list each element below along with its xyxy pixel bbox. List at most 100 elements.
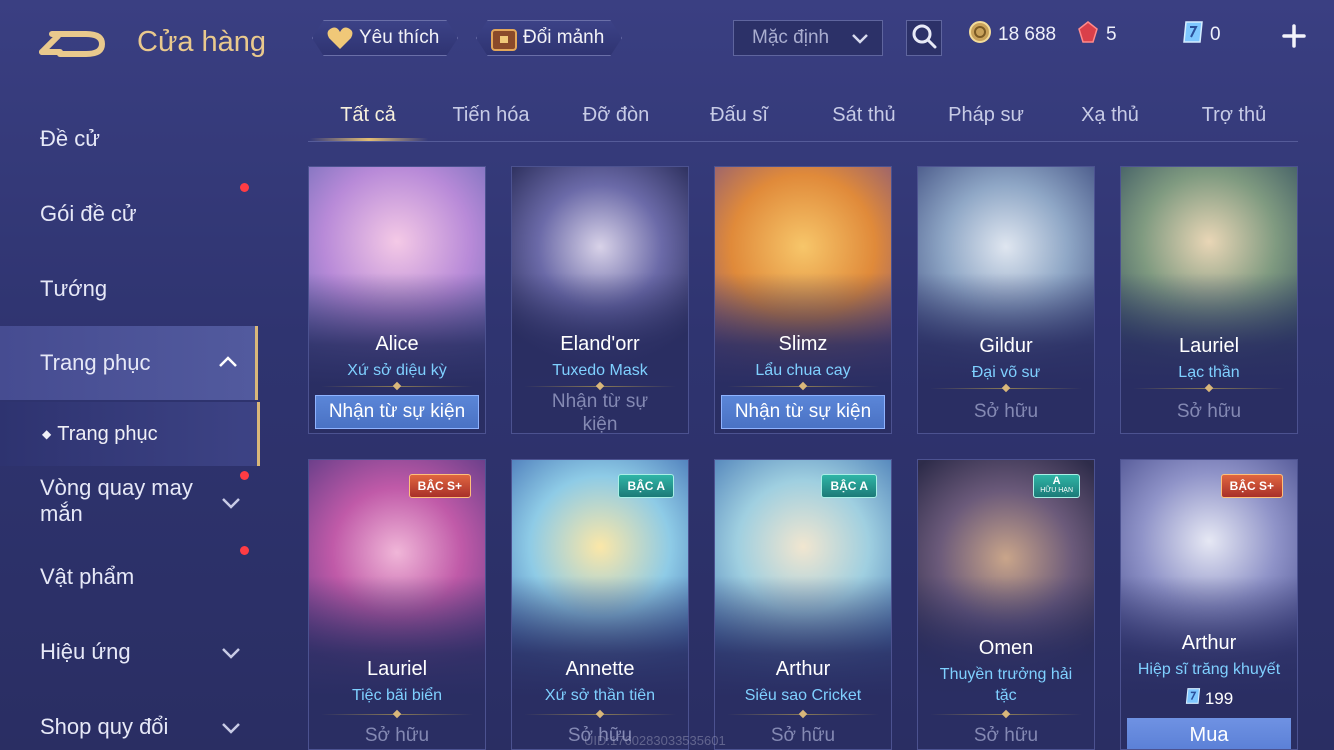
event-status: Nhận từ sự kiện (551, 391, 649, 434)
sidebar-item-label: Trang phục (57, 422, 158, 445)
sidebar: Đề cử Gói đề cử Tướng Trang phục ◆ Trang… (0, 100, 262, 750)
get-from-event-button[interactable]: Nhận từ sự kiện (315, 395, 479, 429)
tier-badge: BẬC A (618, 474, 674, 498)
skin-name: Lẩu chua cay (755, 362, 851, 379)
sidebar-item-items[interactable]: Vật phẩm (0, 542, 258, 612)
heart-icon (325, 24, 355, 52)
tab-evolution[interactable]: Tiến hóa (452, 104, 529, 127)
sidebar-item-lucky-spin[interactable]: Vòng quay may mắn (0, 468, 258, 534)
exchange-shards-button[interactable]: Đổi mảnh (476, 20, 622, 56)
back-icon[interactable] (38, 22, 108, 62)
sidebar-item-label: Vật phẩm (40, 564, 135, 589)
gold-currency: 18 688 (968, 20, 1056, 50)
skin-card[interactable]: BẬC S+ Lauriel Tiệc bãi biển Sở hữu (308, 459, 486, 750)
skin-name: Xứ sở thần tiên (544, 687, 656, 704)
voucher-currency: 0 (1182, 20, 1221, 50)
hero-name: Lauriel (1178, 335, 1240, 357)
tier-badge: A HỮU HẠN (1033, 474, 1080, 498)
favorites-label: Yêu thích (359, 27, 440, 48)
role-tabs: Tất cả Tiến hóa Đỡ đòn Đấu sĩ Sát thủ Ph… (308, 98, 1298, 142)
tier-badge: BẬC S+ (408, 474, 471, 498)
skin-name: Thuyền trưởng hải tặc (939, 666, 1073, 704)
chest-icon (489, 24, 519, 52)
sidebar-subitem-skins[interactable]: ◆ Trang phục (0, 402, 260, 466)
skin-card[interactable]: Gildur Đại võ sư Sở hữu (917, 166, 1095, 434)
tab-all[interactable]: Tất cả (340, 104, 396, 127)
skin-card[interactable]: BẬC A Annette Xứ sở thần tiên Sở hữu (511, 459, 689, 750)
hero-name: Lauriel (366, 658, 428, 680)
sidebar-item-label: Gói đề cử (40, 201, 137, 226)
gold-coin-icon (968, 20, 992, 50)
notification-dot (240, 471, 249, 480)
sidebar-item-heroes[interactable]: Tướng (0, 254, 258, 324)
hero-name: Gildur (979, 335, 1033, 357)
tier-badge: BẬC A (821, 474, 877, 498)
hero-name: Arthur (775, 658, 831, 680)
notification-dot (240, 183, 249, 192)
skin-card[interactable]: BẬC S+ Arthur Hiệp sĩ trăng khuyết 199 M… (1120, 459, 1298, 750)
hero-name: Arthur (1181, 632, 1237, 654)
hero-name: Omen (978, 637, 1034, 659)
owned-status: Sở hữu (770, 725, 836, 746)
skin-name: Tiệc bãi biển (351, 687, 443, 704)
sidebar-item-label: Shop quy đổi (40, 714, 169, 739)
skin-card[interactable]: Eland'orr Tuxedo Mask Nhận từ sự kiện (511, 166, 689, 434)
skin-card[interactable]: BẬC A Arthur Siêu sao Cricket Sở hữu (714, 459, 892, 750)
sidebar-item-label: Hiệu ứng (40, 639, 131, 664)
buy-button[interactable]: Mua (1127, 718, 1291, 749)
uid-watermark: UID:1760283033535601 (584, 733, 726, 748)
owned-status: Sở hữu (1176, 401, 1242, 422)
ruby-icon (1076, 20, 1100, 50)
sort-dropdown[interactable]: Mặc định (733, 20, 883, 56)
sidebar-item-skins[interactable]: Trang phục (0, 326, 258, 400)
limited-label: HỮU HẠN (1040, 487, 1073, 494)
skin-card[interactable]: Slimz Lẩu chua cay Nhận từ sự kiện (714, 166, 892, 434)
owned-status: Sở hữu (364, 725, 430, 746)
sidebar-item-exchange-shop[interactable]: Shop quy đổi (0, 692, 258, 750)
plus-icon[interactable] (1278, 20, 1310, 52)
chevron-down-icon (220, 717, 242, 743)
hero-name: Annette (565, 658, 635, 680)
skin-name: Hiệp sĩ trăng khuyết (1137, 661, 1281, 678)
hero-name: Eland'orr (560, 333, 640, 355)
voucher-icon (1185, 687, 1201, 710)
hero-name: Alice (375, 333, 419, 355)
sidebar-item-recommended-packs[interactable]: Gói đề cử (0, 179, 258, 249)
skin-card[interactable]: Alice Xứ sở diệu kỳ Nhận từ sự kiện (308, 166, 486, 434)
tab-tank[interactable]: Đỡ đòn (583, 104, 649, 127)
tab-marksman[interactable]: Xạ thủ (1081, 104, 1139, 127)
tab-support[interactable]: Trợ thủ (1202, 104, 1267, 127)
owned-status: Sở hữu (973, 725, 1039, 746)
hero-name: Slimz (778, 333, 828, 355)
sidebar-item-label: Trang phục (40, 350, 151, 375)
skin-name: Tuxedo Mask (552, 362, 648, 379)
search-button[interactable] (906, 20, 942, 56)
skin-card[interactable]: Lauriel Lạc thần Sở hữu (1120, 166, 1298, 434)
sidebar-item-effects[interactable]: Hiệu ứng (0, 617, 258, 687)
tab-fighter[interactable]: Đấu sĩ (710, 104, 768, 127)
ruby-currency: 5 (1076, 20, 1117, 50)
voucher-icon (1182, 20, 1204, 50)
get-from-event-button[interactable]: Nhận từ sự kiện (721, 395, 885, 429)
sidebar-item-label: Đề cử (40, 126, 100, 151)
page-title: Cửa hàng (137, 26, 267, 58)
tab-mage[interactable]: Pháp sư (948, 104, 1024, 127)
skin-name: Lạc thần (1178, 364, 1240, 381)
diamond-bullet-icon: ◆ (42, 427, 52, 441)
favorites-button[interactable]: Yêu thích (312, 20, 458, 56)
tab-assassin[interactable]: Sát thủ (832, 104, 895, 127)
chevron-down-icon (220, 492, 242, 518)
top-bar: Cửa hàng Yêu thích Đổi mảnh Mặc định 18 … (0, 0, 1334, 80)
sidebar-item-recommended[interactable]: Đề cử (0, 104, 258, 174)
chevron-up-icon (217, 351, 239, 377)
sidebar-item-label: Vòng quay may mắn (40, 475, 193, 526)
exchange-label: Đổi mảnh (523, 27, 605, 48)
sidebar-item-label: Tướng (40, 276, 108, 301)
gold-value: 18 688 (998, 24, 1057, 45)
card-shade (918, 575, 1094, 749)
skin-name: Đại võ sư (971, 364, 1041, 381)
price: 199 (1121, 687, 1297, 710)
skin-name: Siêu sao Cricket (744, 687, 862, 704)
skin-card[interactable]: A HỮU HẠN Omen Thuyền trưởng hải tặc Sở … (917, 459, 1095, 750)
voucher-value: 0 (1210, 24, 1221, 45)
